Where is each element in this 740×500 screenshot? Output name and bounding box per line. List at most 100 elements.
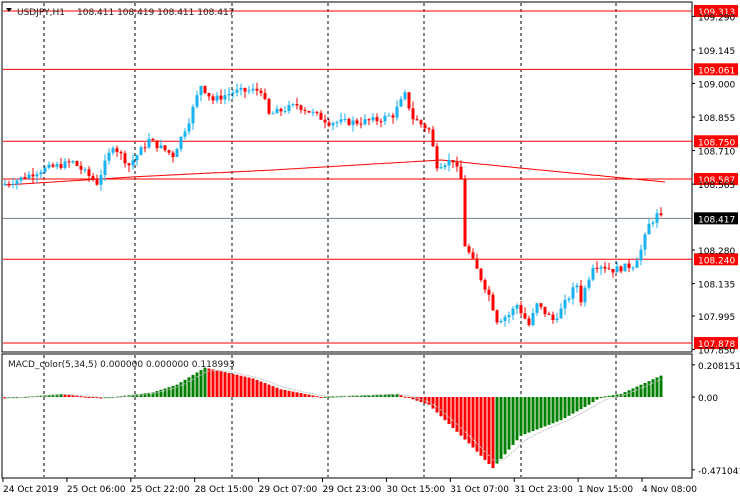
macd-bar: [247, 377, 251, 397]
candle-body: [499, 320, 503, 323]
candle-body: [659, 213, 663, 216]
candle-body: [507, 315, 511, 318]
candle-body: [431, 129, 435, 147]
macd-bar: [555, 397, 559, 422]
candle-body: [155, 140, 159, 149]
candle-body: [447, 160, 451, 166]
candle-body: [235, 89, 239, 93]
candle-body: [607, 268, 611, 270]
time-axis: 24 Oct 2019 25 Oct 06:00 25 Oct 22:00 28 Oc…: [2, 478, 697, 495]
macd-bar: [407, 397, 411, 398]
candle-body: [455, 162, 459, 167]
time-label: 31 Oct 23:00: [514, 485, 573, 495]
macd-bar: [259, 381, 263, 397]
candle-body: [311, 111, 315, 113]
macd-bar: [291, 391, 295, 397]
candle-body: [275, 108, 279, 114]
candle-body: [207, 92, 211, 97]
macd-bar: [187, 377, 191, 397]
macd-bar: [427, 397, 431, 405]
candle-body: [303, 109, 307, 111]
macd-bar: [215, 370, 219, 397]
candle-body: [379, 121, 383, 123]
macd-bar: [67, 394, 71, 397]
macd-bar: [531, 397, 535, 432]
macd-bar: [223, 372, 227, 397]
candle-body: [183, 131, 187, 137]
macd-bar: [323, 396, 327, 398]
candle-body: [59, 164, 63, 168]
candle-body: [351, 120, 355, 125]
macd-bar: [543, 397, 547, 427]
macd-bar: [239, 375, 243, 397]
candle-body: [415, 119, 419, 121]
macd-bar: [551, 397, 555, 424]
candle-body: [583, 287, 587, 303]
candle-body: [87, 169, 91, 177]
candle-body: [119, 151, 123, 154]
candle-body: [519, 305, 523, 314]
macd-bar: [307, 394, 311, 397]
macd-bar: [195, 372, 199, 397]
macd-bar: [643, 382, 647, 397]
macd-bar: [583, 397, 587, 407]
price-tick-label: 107.995: [698, 313, 735, 323]
candle-body: [559, 308, 563, 319]
macd-bar: [495, 397, 499, 464]
macd-bar: [243, 376, 247, 397]
candle-body: [135, 155, 139, 161]
candle-body: [367, 119, 371, 121]
price-tick-label: 108.565: [698, 181, 735, 191]
macd-bar: [455, 397, 459, 432]
candle-body: [619, 266, 623, 272]
candle-body: [271, 113, 275, 115]
price-tick-label: 109.145: [698, 47, 735, 57]
candle-body: [327, 122, 331, 126]
candle-body: [475, 258, 479, 269]
macd-bar: [315, 396, 319, 398]
candle-body: [407, 92, 411, 109]
macd-bar: [231, 373, 235, 397]
macd-bar: [159, 389, 163, 397]
candle-body: [71, 161, 75, 163]
candle-body: [359, 123, 363, 125]
candle-body: [495, 310, 499, 323]
candle-body: [439, 167, 443, 169]
candle-body: [123, 153, 127, 164]
macd-bar: [327, 396, 331, 398]
macd-tick-label: -0.471041: [698, 467, 740, 477]
candle-body: [531, 312, 535, 326]
candle-body: [319, 112, 323, 120]
macd-bar: [79, 396, 83, 398]
macd-bar: [83, 396, 87, 398]
macd-bar: [267, 384, 271, 397]
macd-bar: [611, 395, 615, 397]
candle-body: [515, 305, 519, 309]
macd-bar: [279, 389, 283, 397]
candle-body: [35, 174, 39, 177]
macd-bar: [399, 395, 403, 397]
macd-bar: [463, 397, 467, 440]
candle-body: [287, 104, 291, 112]
candle-body: [219, 95, 223, 100]
candle-body: [643, 234, 647, 250]
chart-window[interactable]: 109.313109.061108.750108.587108.240107.8…: [0, 0, 740, 500]
candle-body: [103, 160, 107, 176]
candle-body: [107, 152, 111, 161]
candle-body: [247, 90, 251, 92]
price-tick-label: 108.710: [698, 148, 735, 158]
candle-body: [491, 294, 495, 311]
candle-body: [355, 120, 359, 124]
candle-body: [211, 96, 215, 101]
current-price-label: 108.417: [698, 215, 735, 225]
price-axis: 109.290 109.145 109.000 108.855 108.710 108.5…: [692, 13, 740, 477]
candle-body: [139, 147, 143, 156]
candle-body: [383, 115, 387, 122]
macd-bar: [271, 386, 275, 397]
candle-body: [111, 148, 115, 153]
candle-body: [423, 124, 427, 129]
macd-bar: [275, 387, 279, 397]
macd-pane[interactable]: [1, 353, 693, 479]
candle-body: [627, 263, 631, 268]
time-label: 30 Oct 15:00: [386, 485, 445, 495]
